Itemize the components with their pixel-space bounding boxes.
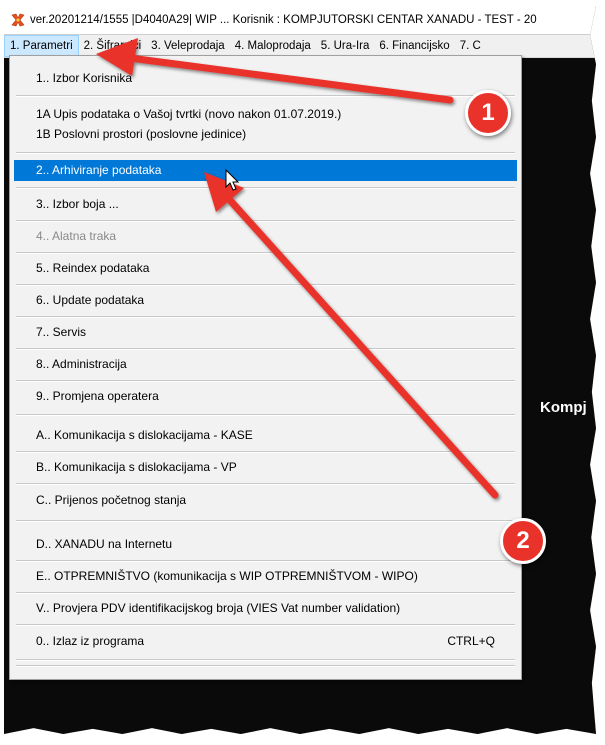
menu-separator <box>16 316 515 318</box>
menu-item-label: 0.. Izlaz iz programa <box>36 634 145 648</box>
menu-item-provjera-pdv[interactable]: V.. Provjera PDV identifikacijskog broja… <box>14 598 517 619</box>
menu-separator <box>16 187 515 189</box>
menu-item-izbor-boja[interactable]: 3.. Izbor boja ... <box>14 194 517 215</box>
menu-separator <box>16 284 515 286</box>
menu-separator <box>16 483 515 485</box>
menu-separator <box>16 95 515 97</box>
menu-item-upis-podataka-tvrtka[interactable]: 1A Upis podataka o Vašoj tvrtki (novo na… <box>14 104 517 125</box>
menu-item-izlaz-iz-programa[interactable]: 0.. Izlaz iz programa CTRL+Q <box>14 631 517 652</box>
title-bar: ver.20201214/1555 |D4040A29| WIP ... Kor… <box>4 6 596 35</box>
menu-separator <box>16 659 515 661</box>
menu-item-administracija[interactable]: 8.. Administracija <box>14 354 517 375</box>
menu-item-otpremnistvo[interactable]: E.. OTPREMNIŠTVO (komunikacija s WIP OTP… <box>14 566 517 587</box>
menu-parametri[interactable]: 1. Parametri <box>4 35 79 57</box>
menu-item-prijenos-pocetnog-stanja[interactable]: C.. Prijenos početnog stanja <box>14 490 517 511</box>
menu-separator <box>16 252 515 254</box>
annotation-badge-1: 1 <box>465 90 511 136</box>
menu-item-7[interactable]: 7. C <box>455 35 486 57</box>
menu-separator <box>16 414 515 416</box>
menu-separator <box>16 348 515 350</box>
menu-item-izbor-korisnika[interactable]: 1.. Izbor Korisnika <box>14 68 517 89</box>
menu-sifrarnici[interactable]: 2. Šifrarnici <box>79 35 147 57</box>
menu-financijsko[interactable]: 6. Financijsko <box>374 35 454 57</box>
menu-separator <box>16 592 515 594</box>
parametri-dropdown-menu: 1.. Izbor Korisnika 1A Upis podataka o V… <box>9 55 522 680</box>
menu-item-alatna-traka: 4.. Alatna traka <box>36 229 117 243</box>
menu-maloprodaja[interactable]: 4. Maloprodaja <box>230 35 316 57</box>
menu-item-komunikacija-kase[interactable]: A.. Komunikacija s dislokacijama - KASE <box>14 425 517 446</box>
menu-item-poslovni-prostori[interactable]: 1B Poslovni prostori (poslovne jedinice) <box>14 124 517 145</box>
menu-separator <box>16 560 515 562</box>
background-title: Kompj <box>540 399 587 416</box>
menu-separator <box>16 451 515 453</box>
shortcut-label: CTRL+Q <box>447 634 495 648</box>
menu-item-update-podataka[interactable]: 6.. Update podataka <box>14 290 517 311</box>
menu-ura-ira[interactable]: 5. Ura-Ira <box>316 35 375 57</box>
menu-item-servis[interactable]: 7.. Servis <box>14 322 517 343</box>
menu-separator <box>16 220 515 222</box>
annotation-badge-2: 2 <box>500 518 546 564</box>
menu-separator <box>16 152 515 154</box>
menu-separator <box>16 665 515 667</box>
menu-separator <box>16 380 515 382</box>
menu-item-komunikacija-vp[interactable]: B.. Komunikacija s dislokacijama - VP <box>14 457 517 478</box>
menu-item-promjena-operatera[interactable]: 9.. Promjena operatera <box>14 386 517 407</box>
menu-separator <box>16 520 515 522</box>
menu-item-arhiviranje-podataka[interactable]: 2.. Arhiviranje podataka <box>14 160 517 181</box>
menu-veleprodaja[interactable]: 3. Veleprodaja <box>146 35 230 57</box>
menu-separator <box>16 624 515 626</box>
menu-item-reindex-podataka[interactable]: 5.. Reindex podataka <box>14 258 517 279</box>
app-icon <box>11 13 25 27</box>
window-title: ver.20201214/1555 |D4040A29| WIP ... Kor… <box>30 14 537 26</box>
menu-item-xanadu-na-internetu[interactable]: D.. XANADU na Internetu <box>14 534 517 555</box>
